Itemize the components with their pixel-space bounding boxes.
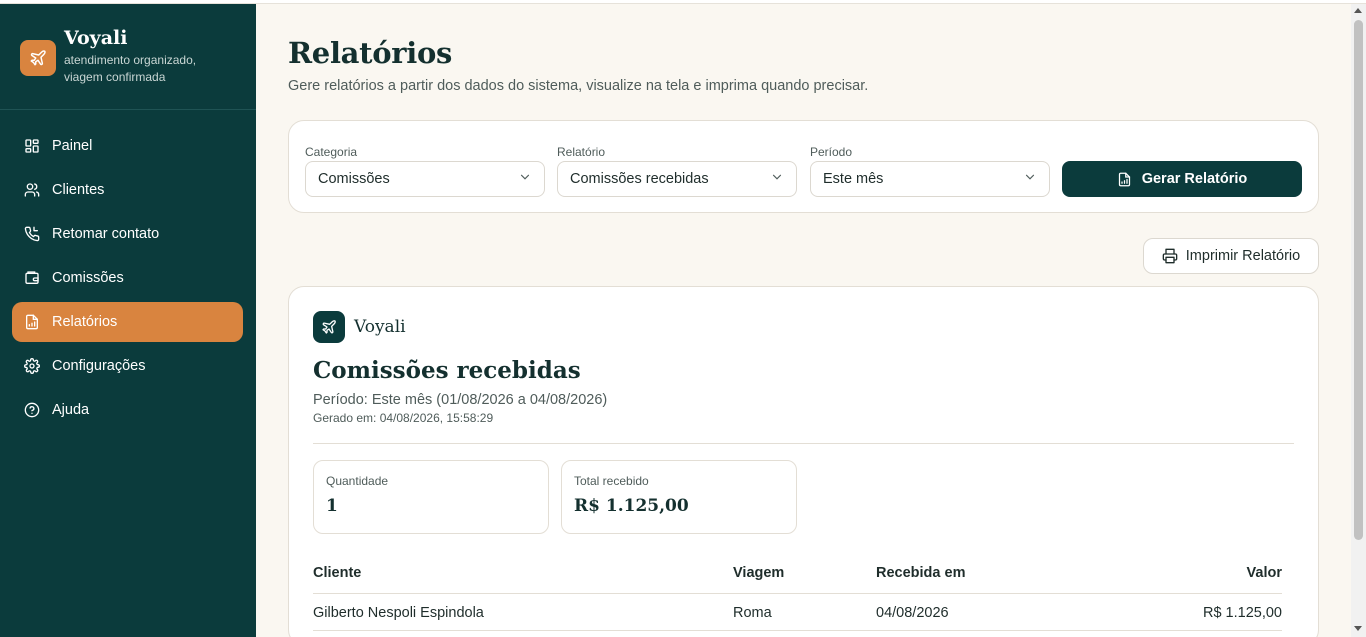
report-title: Comissões recebidas [313, 357, 581, 384]
stat-label: Total recebido [574, 474, 649, 488]
report-label: Relatório [557, 145, 606, 159]
chevron-down-icon [1023, 170, 1037, 188]
sidebar-nav: Painel Clientes Retomar contato Comissõe… [0, 110, 256, 430]
chevron-down-icon [770, 170, 784, 188]
category-label: Categoria [305, 145, 358, 159]
cell-viagem: Roma [733, 605, 772, 621]
help-icon [24, 402, 40, 418]
stat-value: R$ 1.125,00 [574, 496, 689, 516]
category-select[interactable]: Comissões [305, 161, 545, 197]
brand-header: Voyali atendimento organizado, viagem co… [0, 4, 256, 110]
column-header-viagem: Viagem [733, 565, 785, 581]
brand-name: Voyali [64, 27, 128, 49]
sidebar-item-label: Painel [52, 138, 93, 154]
print-report-label: Imprimir Relatório [1185, 248, 1301, 264]
report-generated-at: Gerado em: 04/08/2026, 15:58:29 [313, 411, 494, 425]
sidebar-item-clientes[interactable]: Clientes [12, 170, 243, 210]
stat-value: 1 [326, 496, 338, 516]
report-preview: Voyali Comissões recebidas Período: Este… [288, 286, 1319, 637]
report-table: Cliente Viagem Recebida em Valor Gilbert… [313, 557, 1282, 631]
report-value: Comissões recebidas [570, 171, 709, 187]
plane-logo-icon [313, 311, 345, 343]
sidebar-item-label: Ajuda [52, 402, 90, 418]
period-label: Período [810, 145, 853, 159]
period-select[interactable]: Este mês [810, 161, 1050, 197]
sidebar-item-label: Clientes [52, 182, 105, 198]
report-select[interactable]: Comissões recebidas [557, 161, 797, 197]
sidebar: Voyali atendimento organizado, viagem co… [0, 4, 256, 637]
table-row: Gilberto Nespoli Espindola Roma 04/08/20… [313, 594, 1282, 631]
stat-card-quantity: Quantidade 1 [313, 460, 549, 534]
table-header-row: Cliente Viagem Recebida em Valor [313, 557, 1282, 594]
sidebar-item-label: Relatórios [52, 314, 118, 330]
stat-label: Quantidade [326, 474, 389, 488]
divider [313, 443, 1294, 444]
category-value: Comissões [318, 171, 390, 187]
phone-icon [24, 226, 40, 242]
column-header-cliente: Cliente [313, 565, 362, 581]
report-icon [1117, 172, 1132, 187]
window-top-edge [0, 0, 1366, 4]
plane-logo-icon [20, 40, 56, 76]
generate-report-label: Gerar Relatório [1141, 171, 1248, 187]
page-subtitle: Gere relatórios a partir dos dados do si… [288, 78, 869, 94]
report-period: Período: Este mês (01/08/2026 a 04/08/20… [313, 392, 608, 408]
dashboard-icon [24, 138, 40, 154]
stat-card-total: Total recebido R$ 1.125,00 [561, 460, 797, 534]
printer-icon [1162, 248, 1178, 264]
print-report-button[interactable]: Imprimir Relatório [1143, 238, 1319, 274]
cell-valor: R$ 1.125,00 [1202, 605, 1282, 621]
column-header-valor: Valor [1246, 565, 1282, 581]
scrollbar-thumb[interactable] [1354, 20, 1363, 540]
report-filters: Categoria Comissões Relatório Comissões … [288, 120, 1319, 213]
scroll-up-arrow-icon[interactable] [1354, 8, 1362, 13]
chevron-down-icon [518, 170, 532, 188]
sidebar-item-label: Retomar contato [52, 226, 160, 242]
column-header-recebida-em: Recebida em [876, 565, 966, 581]
sidebar-item-label: Comissões [52, 270, 124, 286]
report-brand: Voyali [354, 317, 406, 337]
sidebar-item-configuracoes[interactable]: Configurações [12, 346, 243, 386]
main-content: Relatórios Gere relatórios a partir dos … [288, 4, 1319, 637]
sidebar-item-label: Configurações [52, 358, 146, 374]
sidebar-item-comissoes[interactable]: Comissões [12, 258, 243, 298]
users-icon [24, 182, 40, 198]
gear-icon [24, 358, 40, 374]
sidebar-item-painel[interactable]: Painel [12, 126, 243, 166]
cell-cliente: Gilberto Nespoli Espindola [313, 605, 484, 621]
brand-tagline: atendimento organizado, viagem confirmad… [64, 53, 197, 84]
period-value: Este mês [823, 171, 884, 187]
scroll-down-arrow-icon[interactable] [1354, 626, 1362, 631]
wallet-icon [24, 270, 40, 286]
report-icon [24, 314, 40, 330]
cell-recebida-em: 04/08/2026 [876, 605, 949, 621]
sidebar-item-relatorios[interactable]: Relatórios [12, 302, 243, 342]
generate-report-button[interactable]: Gerar Relatório [1062, 161, 1302, 197]
sidebar-item-ajuda[interactable]: Ajuda [12, 390, 243, 430]
page-title: Relatórios [288, 36, 453, 70]
vertical-scrollbar[interactable] [1351, 4, 1366, 637]
sidebar-item-retomar-contato[interactable]: Retomar contato [12, 214, 243, 254]
